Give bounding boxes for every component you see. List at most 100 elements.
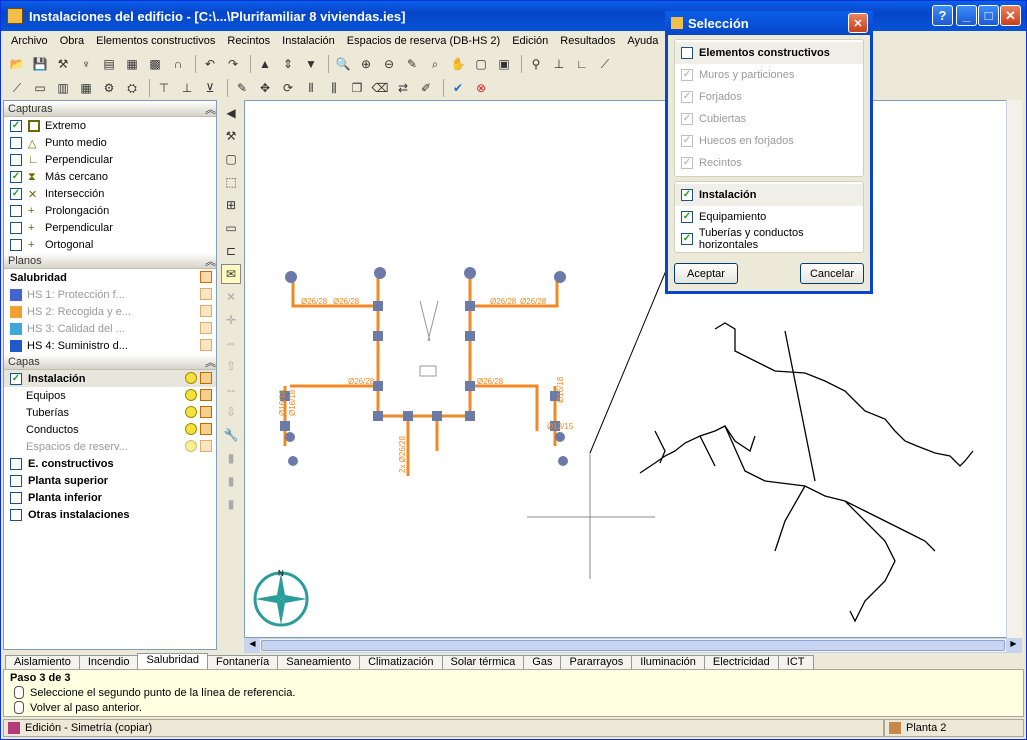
- checkbox[interactable]: ✓: [681, 157, 693, 169]
- capas-header[interactable]: Capas ︽: [4, 354, 216, 370]
- tab-electricidad[interactable]: Electricidad: [703, 655, 779, 669]
- align-icon[interactable]: ⊤: [154, 78, 174, 98]
- captura-ortogonal[interactable]: + Ortogonal: [4, 236, 216, 253]
- checkbox[interactable]: ✓: [681, 91, 693, 103]
- tab-gas[interactable]: Gas: [523, 655, 562, 669]
- pan-icon[interactable]: ✋: [448, 54, 468, 74]
- mirror-icon[interactable]: ⫴: [301, 78, 321, 98]
- bulb-icon[interactable]: [185, 389, 197, 401]
- captura-perpendicular[interactable]: ∟ Perpendicular: [4, 151, 216, 168]
- comment-icon[interactable]: ✉: [221, 264, 241, 284]
- checkbox[interactable]: ✓: [10, 119, 22, 132]
- window-icon[interactable]: ▢: [471, 54, 491, 74]
- help-button[interactable]: ?: [932, 5, 953, 26]
- checkbox[interactable]: [10, 238, 22, 251]
- swap-icon[interactable]: ⇄: [393, 78, 413, 98]
- menu-elementos[interactable]: Elementos constructivos: [90, 35, 221, 47]
- checkbox[interactable]: ✓: [681, 211, 693, 223]
- wrench-icon[interactable]: 🔧: [221, 425, 241, 445]
- down-arrow-icon[interactable]: ▼: [301, 54, 321, 74]
- plano-hs3[interactable]: HS 3: Calidad del ...: [4, 320, 216, 337]
- cross-icon[interactable]: ✕: [221, 287, 241, 307]
- pencil-icon[interactable]: ✎: [402, 54, 422, 74]
- txt-icon[interactable]: ▤: [99, 54, 119, 74]
- captura-punto-medio[interactable]: △ Punto medio: [4, 134, 216, 151]
- tab-climatizaci-n[interactable]: Climatización: [359, 655, 443, 669]
- capa-planta-inferior[interactable]: Planta inferior: [4, 489, 216, 506]
- group-elementos-header[interactable]: Elementos constructivos: [675, 42, 863, 64]
- dxf-icon[interactable]: ▦: [122, 54, 142, 74]
- minimize-button[interactable]: _: [956, 5, 977, 26]
- menu-edicion[interactable]: Edición: [506, 35, 554, 47]
- tab-iluminaci-n[interactable]: Iluminación: [631, 655, 705, 669]
- bulb-icon[interactable]: [185, 372, 197, 384]
- checkbox[interactable]: [10, 474, 22, 487]
- arrows-h-icon[interactable]: ⇔: [221, 333, 241, 353]
- collapse-icon[interactable]: ◀: [221, 103, 241, 123]
- captura-extremo[interactable]: ✓ Extremo: [4, 117, 216, 134]
- arrow-down-icon[interactable]: ⇩: [221, 402, 241, 422]
- tab-ict[interactable]: ICT: [777, 655, 814, 669]
- bracket-icon[interactable]: ⊏: [221, 241, 241, 261]
- group-instalacion-header[interactable]: ✓ Instalación: [675, 184, 863, 206]
- capa-otras[interactable]: Otras instalaciones: [4, 506, 216, 523]
- capa-equipos[interactable]: Equipos: [4, 387, 216, 404]
- captura-interseccion[interactable]: ✓ ✕ Intersección: [4, 185, 216, 202]
- tab-saneamiento[interactable]: Saneamiento: [277, 655, 361, 669]
- column-icon[interactable]: ▦: [76, 78, 96, 98]
- plan-icon[interactable]: [200, 271, 212, 283]
- option-cubiertas[interactable]: ✓ Cubiertas: [675, 108, 863, 130]
- option-huecos[interactable]: ✓ Huecos en forjados: [675, 130, 863, 152]
- capa-tuberias[interactable]: Tuberías: [4, 404, 216, 421]
- plano-hs4[interactable]: HS 4: Suministro d...: [4, 337, 216, 354]
- cancel-icon[interactable]: ⊗: [471, 78, 491, 98]
- scroll-left-button[interactable]: ◀: [245, 639, 260, 652]
- checkbox[interactable]: [10, 136, 22, 149]
- capa-e-constructivos[interactable]: E. constructivos: [4, 455, 216, 472]
- plano-hs2[interactable]: HS 2: Recogida y e...: [4, 303, 216, 320]
- dialog-close-button[interactable]: ✕: [848, 13, 868, 33]
- undo-icon[interactable]: ↶: [200, 54, 220, 74]
- block-icon[interactable]: ▮: [221, 448, 241, 468]
- move-icon[interactable]: ✥: [255, 78, 275, 98]
- menu-espacios[interactable]: Espacios de reserva (DB-HS 2): [341, 35, 506, 47]
- equipment-icon[interactable]: ⚙: [99, 78, 119, 98]
- captura-perpendicular-2[interactable]: + Perpendicular: [4, 219, 216, 236]
- scroll-thumb[interactable]: [261, 640, 1005, 651]
- cross-icon[interactable]: ✛: [221, 310, 241, 330]
- menu-recintos[interactable]: Recintos: [221, 35, 276, 47]
- grid-icon[interactable]: ▩: [145, 54, 165, 74]
- redo-icon[interactable]: ↷: [223, 54, 243, 74]
- tab-pararrayos[interactable]: Pararrayos: [560, 655, 633, 669]
- magnet-icon[interactable]: ∩: [168, 54, 188, 74]
- block-icon[interactable]: ▮: [221, 471, 241, 491]
- check-icon[interactable]: ✔: [448, 78, 468, 98]
- status-floor[interactable]: Planta 2: [884, 719, 1024, 737]
- menu-obra[interactable]: Obra: [54, 35, 90, 47]
- checkbox[interactable]: ✓: [10, 187, 22, 200]
- tool-icon[interactable]: ♆: [76, 54, 96, 74]
- zoom-icon[interactable]: ⌕: [425, 54, 445, 74]
- checkbox[interactable]: [10, 204, 22, 217]
- tab-fontaner-a[interactable]: Fontanería: [207, 655, 279, 669]
- tab-incendio[interactable]: Incendio: [78, 655, 139, 669]
- menu-archivo[interactable]: Archivo: [5, 35, 54, 47]
- up-arrow-icon[interactable]: ▲: [255, 54, 275, 74]
- block-icon[interactable]: ▮: [221, 494, 241, 514]
- arrow-up-icon[interactable]: ⇧: [221, 356, 241, 376]
- capa-conductos[interactable]: Conductos: [4, 421, 216, 438]
- binoculars-icon[interactable]: ⚲: [526, 54, 546, 74]
- horizontal-scrollbar[interactable]: ◀ ▶: [244, 638, 1022, 653]
- checkbox[interactable]: ✓: [681, 189, 693, 201]
- open-icon[interactable]: 📂: [7, 54, 27, 74]
- zoom-icon[interactable]: ⊖: [379, 54, 399, 74]
- tab-salubridad[interactable]: Salubridad: [137, 653, 209, 669]
- axis-icon[interactable]: ⟋: [595, 54, 615, 74]
- column-icon[interactable]: ▥: [53, 78, 73, 98]
- checkbox[interactable]: ✓: [10, 372, 22, 385]
- zoom-icon[interactable]: 🔍: [333, 54, 353, 74]
- menu-ayuda[interactable]: Ayuda: [621, 35, 664, 47]
- menu-instalacion[interactable]: Instalación: [276, 35, 341, 47]
- captura-mas-cercano[interactable]: ✓ ⧗ Más cercano: [4, 168, 216, 185]
- tab-aislamiento[interactable]: Aislamiento: [5, 655, 80, 669]
